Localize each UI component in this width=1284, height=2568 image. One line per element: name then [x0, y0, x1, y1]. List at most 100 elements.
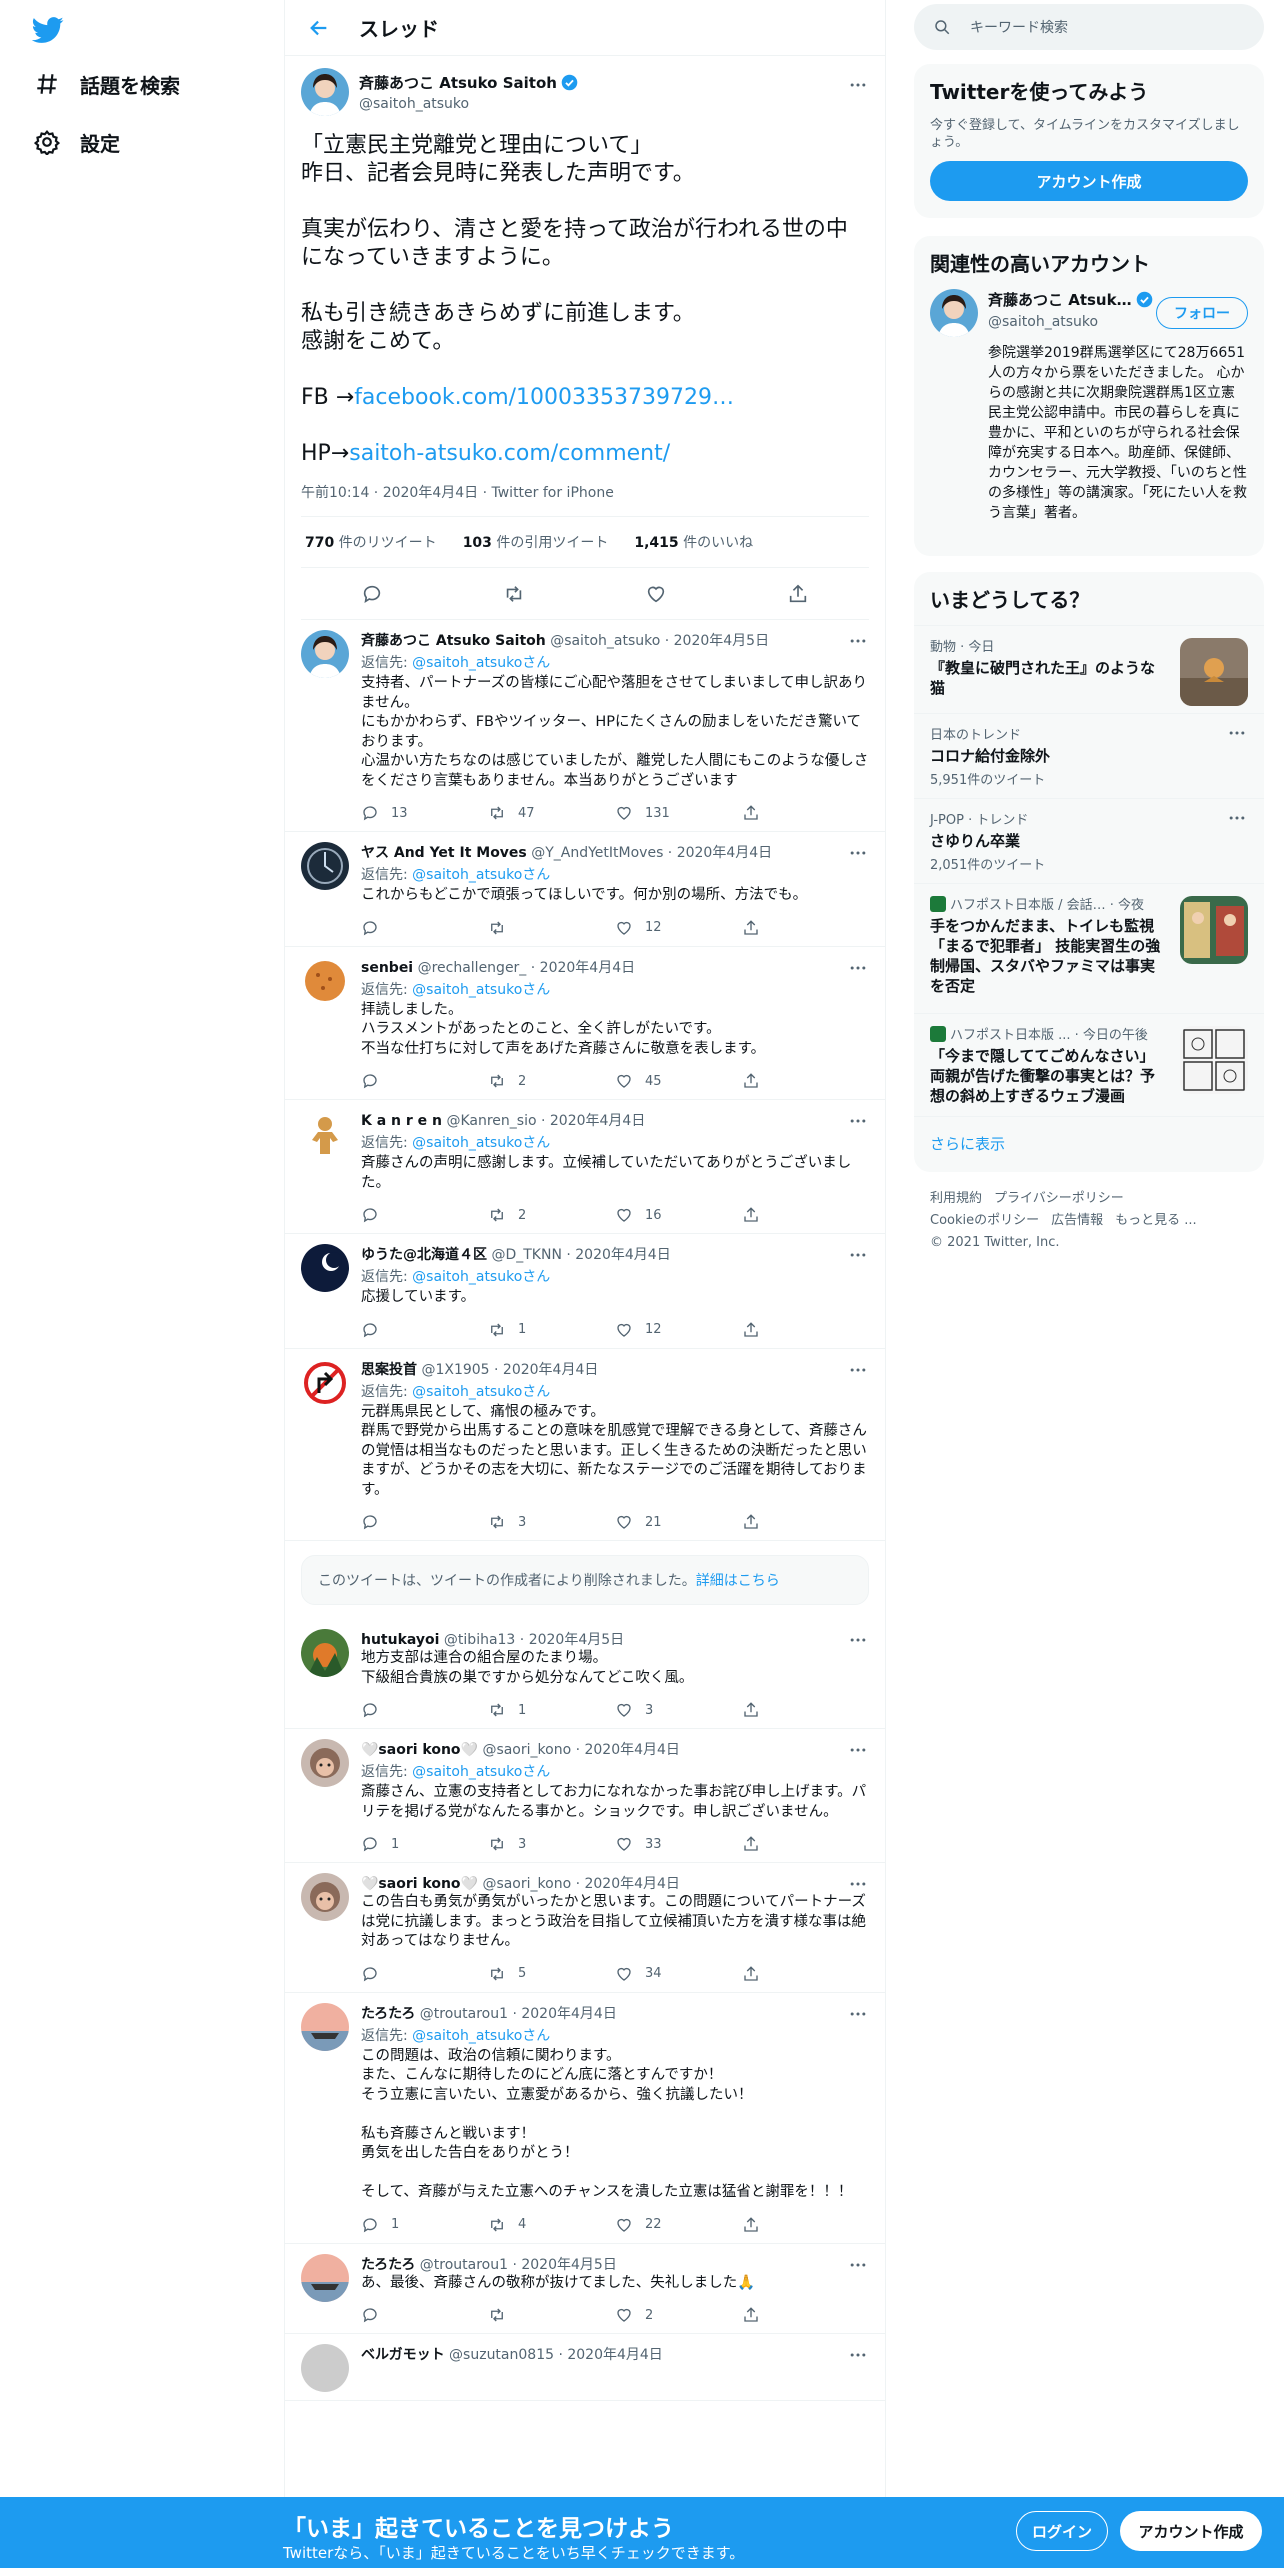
retweet-button[interactable]: 3 — [488, 1835, 615, 1853]
news-item[interactable]: ハフポスト日本版 / 会話… · 今夜 手をつかんだまま、トイレも監視「まるで犯… — [914, 883, 1264, 1013]
like-button[interactable]: 12 — [615, 919, 742, 937]
trend-item[interactable]: 動物 · 今日 『教皇に破門された王』のような猫 — [914, 625, 1264, 713]
deleted-notice-link[interactable]: 詳細はこちら — [696, 1573, 780, 1589]
retweet-button[interactable] — [488, 919, 615, 937]
retweet-button[interactable]: 2 — [488, 1072, 615, 1090]
show-more-link[interactable]: さらに表示 — [914, 1116, 1264, 1170]
retweet-count[interactable]: 770 件のリツイート — [305, 532, 437, 552]
reply-button[interactable] — [361, 919, 488, 937]
share-button[interactable] — [742, 1513, 869, 1531]
reply-author-handle[interactable]: @saitoh_atsuko · 2020年4月5日 — [550, 633, 769, 649]
reply-tweet[interactable]: 思案投首 @1X1905 · 2020年4月4日 返信先: @saitoh_at… — [285, 1349, 885, 1541]
reply-author-name[interactable]: K a n r e n — [361, 1113, 442, 1129]
reply-tweet[interactable]: 🤍saori kono🤍 @saori_kono · 2020年4月4日 返信先… — [285, 1729, 885, 1863]
trend-item[interactable]: 日本のトレンド コロナ給付金除外 5,951件のツイート — [914, 713, 1264, 798]
tweet-timestamp[interactable]: 午前10:14 · 2020年4月4日 · Twitter for iPhone — [301, 482, 869, 517]
footer-privacy[interactable]: プライバシーポリシー — [994, 1191, 1124, 1206]
signup-button[interactable]: アカウント作成 — [1120, 2511, 1262, 2551]
like-button[interactable]: 45 — [615, 1072, 742, 1090]
reply-button[interactable] — [361, 1965, 488, 1983]
reply-tweet[interactable]: たろたろ @troutarou1 · 2020年4月4日 返信先: @saito… — [285, 1993, 885, 2244]
retweet-button[interactable]: 2 — [488, 1206, 615, 1224]
more-options-icon[interactable] — [847, 957, 869, 979]
share-button[interactable] — [742, 1321, 869, 1339]
reply-author-handle[interactable]: @Y_AndYetItMoves · 2020年4月4日 — [531, 845, 772, 861]
reply-button[interactable] — [361, 1701, 488, 1719]
reply-author-handle[interactable]: @troutarou1 · 2020年4月4日 — [420, 2006, 617, 2022]
share-button[interactable] — [742, 1072, 869, 1090]
author-name[interactable]: 斉藤あつこ Atsuko Saitoh — [359, 72, 557, 93]
nav-settings[interactable]: 設定 — [30, 118, 120, 166]
like-button[interactable]: 21 — [615, 1513, 742, 1531]
footer-cookie[interactable]: Cookieのポリシー — [930, 1213, 1039, 1228]
reply-button[interactable] — [361, 2306, 488, 2324]
more-options-icon[interactable] — [847, 2003, 869, 2025]
footer-more[interactable]: もっと見る ... — [1115, 1213, 1197, 1228]
reply-to-handle[interactable]: @saitoh_atsukoさん — [412, 867, 550, 883]
more-options-icon[interactable] — [847, 2254, 869, 2276]
reply-tweet[interactable]: ゆうた@北海道４区 @D_TKNN · 2020年4月4日 返信先: @sait… — [285, 1234, 885, 1349]
like-count[interactable]: 1,415 件のいいね — [634, 532, 753, 552]
reply-author-handle[interactable]: @saori_kono · 2020年4月4日 — [482, 1742, 680, 1758]
more-options-icon[interactable] — [847, 1244, 869, 1266]
like-button[interactable]: 3 — [615, 1701, 742, 1719]
retweet-button[interactable]: 3 — [488, 1513, 615, 1531]
like-button[interactable]: 34 — [615, 1965, 742, 1983]
retweet-button[interactable] — [488, 2306, 615, 2324]
facebook-link[interactable]: facebook.com/10003353739729… — [354, 385, 734, 410]
footer-ads[interactable]: 広告情報 — [1051, 1213, 1103, 1228]
retweet-button[interactable]: 1 — [488, 1321, 615, 1339]
back-arrow-icon[interactable] — [301, 10, 337, 46]
like-button[interactable]: 2 — [615, 2306, 742, 2324]
reply-to-handle[interactable]: @saitoh_atsukoさん — [412, 655, 550, 671]
retweet-button[interactable]: 1 — [488, 1701, 615, 1719]
avatar[interactable] — [301, 68, 349, 116]
reply-button[interactable]: 1 — [361, 2216, 488, 2234]
reply-tweet[interactable]: hutukayoi @tibiha13 · 2020年4月5日 地方支部は連合の… — [285, 1619, 885, 1729]
reply-tweet[interactable]: senbei @rechallenger_ · 2020年4月4日 返信先: @… — [285, 947, 885, 1100]
reply-author-name[interactable]: ベルガモット — [361, 2347, 445, 2363]
retweet-icon[interactable] — [502, 582, 526, 606]
avatar[interactable] — [301, 1739, 349, 1787]
reply-tweet[interactable]: 斉藤あつこ Atsuko Saitoh @saitoh_atsuko · 202… — [285, 620, 885, 832]
follow-button[interactable]: フォロー — [1156, 297, 1248, 329]
avatar[interactable] — [301, 1358, 349, 1407]
reply-button[interactable]: 13 — [361, 804, 488, 822]
avatar[interactable] — [930, 289, 978, 337]
more-options-icon[interactable] — [847, 842, 869, 864]
reply-author-name[interactable]: 斉藤あつこ Atsuko Saitoh — [361, 633, 546, 649]
reply-button[interactable] — [361, 1206, 488, 1224]
reply-author-name[interactable]: たろたろ — [361, 2006, 415, 2022]
reply-author-handle[interactable]: @D_TKNN · 2020年4月4日 — [491, 1247, 670, 1263]
more-options-icon[interactable] — [847, 1359, 869, 1381]
reply-to-handle[interactable]: @saitoh_atsukoさん — [412, 1764, 550, 1780]
avatar[interactable] — [301, 1873, 349, 1921]
share-button[interactable] — [742, 2306, 869, 2324]
reply-author-handle[interactable]: @tibiha13 · 2020年4月5日 — [444, 1632, 624, 1648]
quote-count[interactable]: 103 件の引用ツイート — [463, 532, 609, 552]
reply-tweet[interactable]: ベルガモット @suzutan0815 · 2020年4月4日 — [285, 2334, 885, 2401]
author-handle[interactable]: @saitoh_atsuko — [359, 96, 578, 112]
reply-button[interactable]: 1 — [361, 1835, 488, 1853]
share-icon[interactable] — [786, 582, 810, 606]
avatar[interactable] — [301, 1629, 349, 1677]
reply-tweet[interactable]: ヤス And Yet It Moves @Y_AndYetItMoves · 2… — [285, 832, 885, 947]
news-item[interactable]: ハフポスト日本版 ... · 今日の午後 「今まで隠しててごめんなさい」両親が告… — [914, 1013, 1264, 1116]
reply-button[interactable] — [361, 1321, 488, 1339]
share-button[interactable] — [742, 804, 869, 822]
more-options-icon[interactable] — [847, 1873, 869, 1895]
reply-author-name[interactable]: ゆうた@北海道４区 — [361, 1247, 487, 1263]
related-account[interactable]: 斉藤あつこ Atsuk… @saitoh_atsuko フォロー — [914, 289, 1264, 337]
reply-author-handle[interactable]: @troutarou1 · 2020年4月5日 — [420, 2257, 617, 2273]
reply-to-handle[interactable]: @saitoh_atsukoさん — [412, 1269, 550, 1285]
like-button[interactable]: 16 — [615, 1206, 742, 1224]
reply-author-name[interactable]: 🤍saori kono🤍 — [361, 1876, 478, 1892]
homepage-link[interactable]: saitoh-atsuko.com/comment/ — [349, 441, 670, 466]
reply-to-handle[interactable]: @saitoh_atsukoさん — [412, 1384, 550, 1400]
reply-author-name[interactable]: senbei — [361, 960, 413, 976]
avatar[interactable] — [301, 2002, 349, 2051]
retweet-button[interactable]: 47 — [488, 804, 615, 822]
reply-author-name[interactable]: たろたろ — [361, 2257, 415, 2273]
avatar[interactable] — [301, 1244, 349, 1292]
share-button[interactable] — [742, 2216, 869, 2234]
